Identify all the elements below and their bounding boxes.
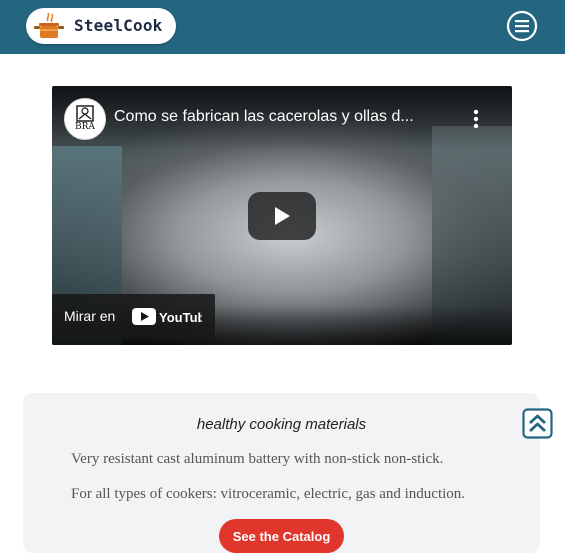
top-navigation-bar: SteelCook	[0, 0, 565, 54]
watch-on-label: Mirar en	[64, 308, 116, 324]
channel-avatar[interactable]: BRA	[64, 98, 106, 140]
cooking-pot-icon	[34, 12, 64, 38]
card-title: healthy cooking materials	[196, 416, 367, 433]
feature-card: healthy cooking materials Very resistant…	[23, 393, 540, 553]
brand-name: SteelCook	[74, 16, 163, 35]
play-icon	[275, 207, 290, 225]
play-button[interactable]	[248, 192, 316, 240]
brand-logo[interactable]: SteelCook	[26, 8, 176, 44]
catalog-button[interactable]: See the Catalog	[219, 519, 344, 553]
channel-badge-text: BRA	[75, 122, 95, 132]
youtube-wordmark: YouTube	[159, 310, 202, 325]
more-vertical-icon[interactable]	[466, 106, 486, 132]
card-description-line-1: Very resistant cast aluminum battery wit…	[71, 451, 444, 467]
card-description-line-2: For all types of cookers: vitroceramic, …	[71, 486, 466, 502]
building-icon	[76, 105, 94, 122]
hamburger-menu-icon[interactable]	[506, 10, 538, 42]
youtube-logo-icon: YouTube	[132, 308, 202, 325]
youtube-video-embed[interactable]: BRA Como se fabrican las cacerolas y oll…	[52, 86, 512, 345]
video-title[interactable]: Como se fabrican las cacerolas y ollas d…	[114, 108, 444, 126]
watch-on-youtube-button[interactable]: Mirar en YouTube	[52, 294, 215, 340]
double-chevron-up-icon[interactable]	[522, 408, 553, 439]
